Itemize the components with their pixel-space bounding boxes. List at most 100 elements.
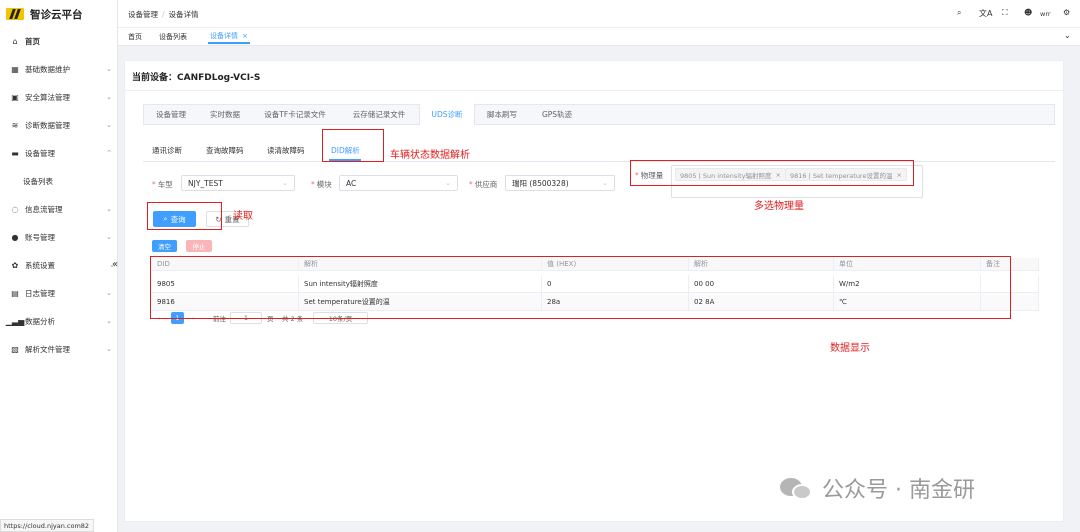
annotation-box-did (322, 129, 384, 162)
top-bar (118, 0, 1080, 28)
chevron-down-icon[interactable]: ⌄ (1064, 31, 1071, 40)
sidebar-item-label: 日志管理 (25, 288, 55, 298)
gear-icon: ✿ (11, 260, 19, 270)
wechat-icon (780, 475, 814, 501)
log-icon: ▤ (11, 288, 19, 298)
app-title: 智诊云平台 (30, 8, 83, 21)
annotation-multi: 多选物理量 (754, 201, 804, 212)
module-label: * 模块 (311, 180, 332, 189)
stop-button[interactable]: 停止 (186, 240, 212, 252)
subtab-clear-dtc[interactable]: 读清故障码 (267, 140, 305, 160)
tab-cloud-files[interactable]: 云存储记录文件 (339, 104, 419, 125)
sidebar-item-logs[interactable]: ▤ 日志管理 ⌄ (0, 279, 117, 307)
watermark: 公众号 · 南金研 (780, 473, 975, 503)
bar-chart-icon: ▁▃▅ (5, 316, 25, 326)
logo-icon (6, 8, 24, 20)
sidebar-item-label: 首页 (25, 36, 40, 46)
user-name[interactable]: wrr (1040, 10, 1051, 18)
sidebar-item-parse-files[interactable]: ▧ 解析文件管理 ⌄ (0, 335, 117, 363)
current-device-label: 当前设备： (132, 73, 178, 83)
tag-label: 设备详情 (210, 32, 238, 40)
chevron-down-icon: ⌄ (106, 65, 112, 73)
chevron-down-icon: ⌄ (282, 179, 288, 187)
sidebar-item-label: 诊断数据管理 (25, 120, 70, 130)
tab-gps[interactable]: GPS轨迹 (529, 104, 585, 125)
tab-script-flash[interactable]: 脚本刷写 (475, 104, 529, 125)
sidebar-item-label: 基础数据维护 (25, 64, 70, 74)
sidebar-item-label: 系统设置 (25, 260, 55, 270)
tags-bar (118, 28, 1080, 46)
supplier-value: 瑞阳 (8500328) (512, 178, 569, 188)
tag-device-list[interactable]: 设备列表 (157, 30, 189, 44)
annotation-read: 读取 (233, 211, 253, 222)
chevron-down-icon: ⌄ (106, 345, 112, 353)
home-icon: ⌂ (12, 36, 18, 46)
chevron-down-icon: ⌄ (602, 179, 608, 187)
subtab-comm-diag[interactable]: 通讯诊断 (152, 140, 182, 160)
breadcrumb-item: 设备详情 (168, 10, 199, 19)
sidebar-item-security[interactable]: ▣ 安全算法管理 ⌄ (0, 83, 117, 111)
tag-home[interactable]: 首页 (126, 30, 144, 44)
chat-icon: ◌ (11, 204, 19, 214)
sidebar-item-info-flow[interactable]: ◌ 信息流管理 ⌄ (0, 195, 117, 223)
supplier-label: * 供应商 (469, 180, 498, 189)
chevron-down-icon: ⌄ (106, 317, 112, 325)
annotation-box-table (150, 256, 1011, 319)
tag-device-detail[interactable]: 设备详情 × (208, 30, 250, 44)
collapse-sidebar-icon[interactable]: « (112, 259, 118, 270)
settings-gear-icon[interactable]: ⚙ (1063, 8, 1070, 17)
file-icon: ▧ (11, 344, 19, 354)
module-select[interactable]: AC ⌄ (339, 175, 458, 191)
chevron-down-icon: ⌄ (106, 233, 112, 241)
search-icon[interactable]: ⌕ (957, 8, 961, 18)
sidebar-item-label: 账号管理 (25, 232, 55, 242)
current-device-name: CANFDLog-VCI-S (177, 73, 261, 83)
subtab-bar (143, 161, 1055, 162)
sidebar-item-basic-data[interactable]: ▦ 基础数据维护 ⌄ (0, 55, 117, 83)
current-device: 当前设备：CANFDLog-VCI-S (132, 70, 260, 83)
chevron-down-icon: ⌄ (106, 121, 112, 129)
sidebar-item-diag-data[interactable]: ≋ 诊断数据管理 ⌄ (0, 111, 117, 139)
tab-realtime[interactable]: 实时数据 (199, 104, 251, 125)
chevron-down-icon: ⌄ (445, 179, 451, 187)
annotation-box-read (147, 202, 222, 230)
chevron-down-icon: ⌄ (106, 93, 112, 101)
breadcrumb: 设备管理 / 设备详情 (128, 10, 199, 19)
tab-uds[interactable]: UDS诊断 (419, 104, 475, 125)
subtab-query-dtc[interactable]: 查询故障码 (206, 140, 244, 160)
divider (124, 90, 1064, 91)
sidebar-item-label: 信息流管理 (25, 204, 63, 214)
sidebar-item-label: 安全算法管理 (25, 92, 70, 102)
close-icon[interactable]: × (242, 32, 248, 40)
tab-tf-card[interactable]: 设备TF卡记录文件 (251, 104, 339, 125)
avatar[interactable]: ☻ (1024, 8, 1032, 17)
chevron-up-icon: ⌃ (106, 149, 112, 157)
clear-button[interactable]: 清空 (152, 240, 177, 252)
annotation-box-physical (630, 160, 914, 186)
chevron-down-icon: ⌄ (106, 289, 112, 297)
user-icon: ● (11, 232, 19, 242)
database-icon: ≋ (11, 120, 19, 130)
sidebar-item-account[interactable]: ● 账号管理 ⌄ (0, 223, 117, 251)
fullscreen-icon[interactable]: ⛶ (1002, 8, 1008, 18)
sidebar-item-label: 设备列表 (23, 176, 53, 186)
monitor-icon: ▬ (11, 148, 19, 158)
sidebar-item-analysis[interactable]: ▁▃▅ 数据分析 ⌄ (0, 307, 117, 335)
translate-icon[interactable]: 文A (979, 8, 992, 19)
breadcrumb-item[interactable]: 设备管理 (128, 10, 158, 19)
tag-label: 设备列表 (159, 33, 187, 41)
annotation-did: 车辆状态数据解析 (390, 150, 470, 161)
sidebar-item-home[interactable]: ⌂ 首页 (0, 27, 117, 55)
sidebar-item-device-list[interactable]: 设备列表 (0, 167, 117, 195)
module-value: AC (346, 178, 357, 188)
supplier-select[interactable]: 瑞阳 (8500328) ⌄ (505, 175, 615, 191)
sidebar-item-label: 设备管理 (25, 148, 55, 158)
vehicle-select[interactable]: NJY_TEST ⌄ (181, 175, 295, 191)
sidebar-item-device[interactable]: ▬ 设备管理 ⌃ (0, 139, 117, 167)
tab-device-manage[interactable]: 设备管理 (143, 104, 199, 125)
app-logo[interactable]: 智诊云平台 (6, 6, 83, 22)
grid-icon: ▦ (11, 64, 19, 74)
vehicle-value: NJY_TEST (188, 178, 223, 188)
status-url: https://cloud.njyan.com82 (0, 519, 94, 532)
sidebar-item-settings[interactable]: ✿ 系统设置 ⌄ (0, 251, 117, 279)
